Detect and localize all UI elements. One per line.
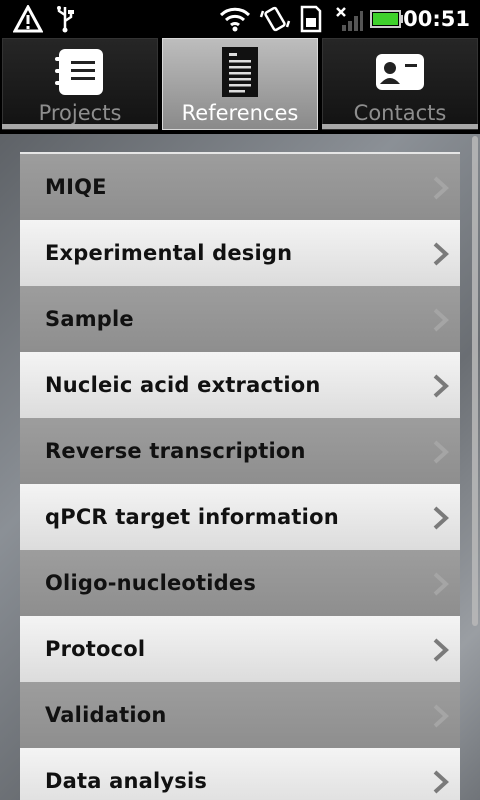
tab-contacts[interactable]: Contacts [322, 38, 478, 130]
list-item[interactable]: Experimental design [20, 220, 460, 286]
list-item-label: MIQE [45, 175, 107, 199]
wifi-icon [218, 4, 252, 34]
references-list: MIQE Experimental design Sample Nucleic … [20, 152, 460, 800]
list-item[interactable]: Oligo-nucleotides [20, 550, 460, 616]
list-item[interactable]: Validation [20, 682, 460, 748]
scrollbar[interactable] [472, 136, 478, 626]
list-item[interactable]: MIQE [20, 154, 460, 220]
chevron-right-icon [433, 374, 449, 398]
list-item-label: Oligo-nucleotides [45, 571, 257, 595]
sim-icon [298, 4, 324, 34]
chevron-right-icon [433, 572, 449, 596]
list-item-label: Experimental design [45, 241, 293, 265]
status-bar: 00:51 [0, 0, 480, 38]
tab-contacts-label: Contacts [353, 101, 447, 125]
tab-references-label: References [181, 101, 299, 125]
chevron-right-icon [433, 506, 449, 530]
chevron-right-icon [433, 308, 449, 332]
list-item[interactable]: Sample [20, 286, 460, 352]
list-item-label: Data analysis [45, 769, 208, 793]
list-item-label: Reverse transcription [45, 439, 306, 463]
list-item-label: Protocol [45, 637, 146, 661]
usb-icon [52, 4, 78, 34]
list-item-label: Sample [45, 307, 134, 331]
tab-projects-label: Projects [38, 101, 122, 125]
list-item[interactable]: Protocol [20, 616, 460, 682]
warning-icon [12, 4, 44, 34]
list-item[interactable]: Data analysis [20, 748, 460, 800]
list-item[interactable]: qPCR target information [20, 484, 460, 550]
list-item-label: Validation [45, 703, 167, 727]
references-content: MIQE Experimental design Sample Nucleic … [0, 134, 480, 800]
document-icon [214, 47, 266, 97]
chevron-right-icon [433, 770, 449, 794]
clock: 00:51 [403, 7, 470, 31]
chevron-right-icon [433, 440, 449, 464]
tab-references[interactable]: References [162, 38, 318, 130]
tab-bar: Projects References Contacts [0, 38, 480, 134]
list-item[interactable]: Reverse transcription [20, 418, 460, 484]
signal-icon [334, 4, 364, 34]
battery-icon [370, 4, 404, 34]
tab-projects[interactable]: Projects [2, 38, 158, 130]
tab-projects-underline [2, 124, 158, 129]
list-item[interactable]: Nucleic acid extraction [20, 352, 460, 418]
list-item-label: qPCR target information [45, 505, 339, 529]
contact-card-icon [374, 47, 426, 97]
notebook-icon [54, 47, 106, 97]
chevron-right-icon [433, 242, 449, 266]
vibrate-icon [258, 4, 292, 34]
chevron-right-icon [433, 638, 449, 662]
chevron-right-icon [433, 176, 449, 200]
tab-contacts-underline [322, 124, 478, 129]
chevron-right-icon [433, 704, 449, 728]
list-item-label: Nucleic acid extraction [45, 373, 321, 397]
